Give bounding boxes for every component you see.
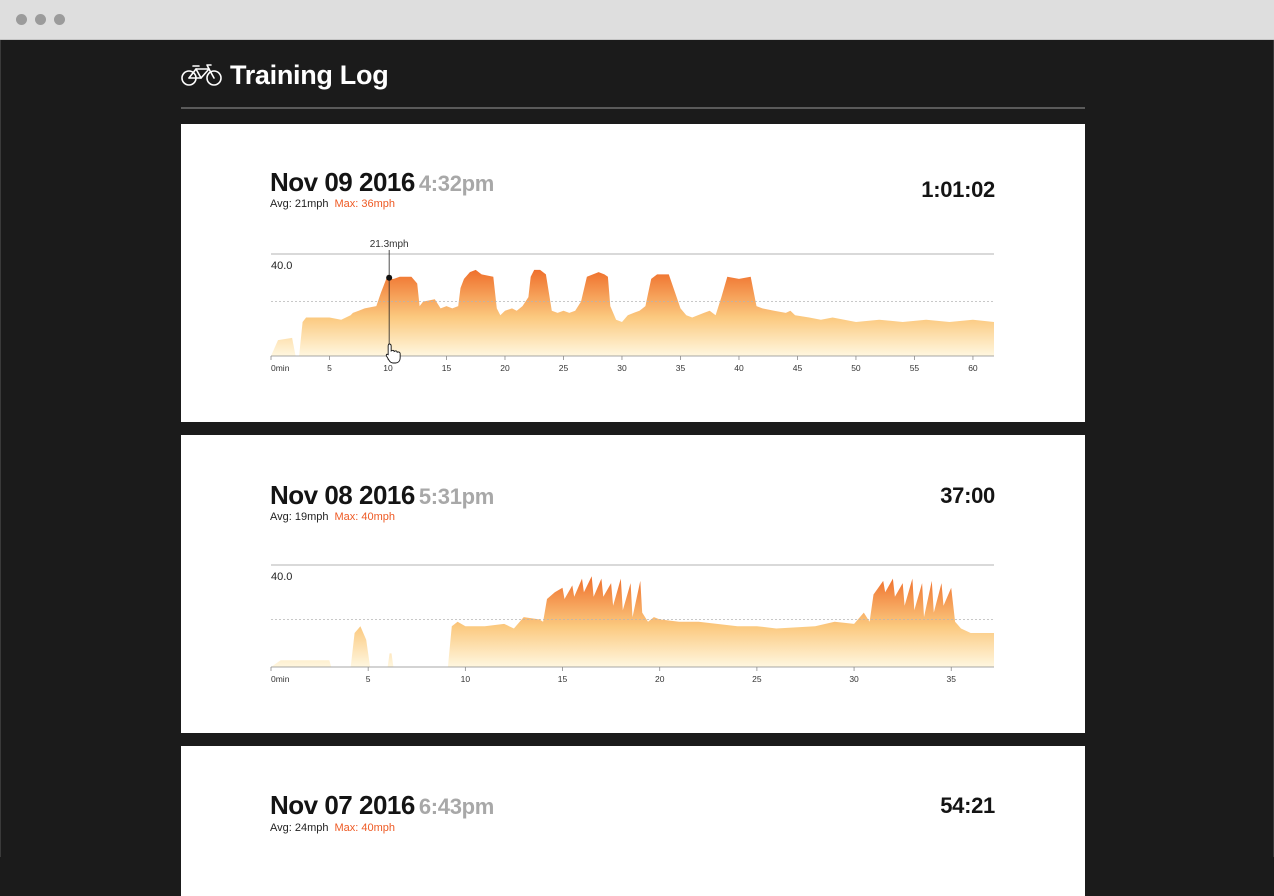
speed-chart[interactable]: 40.0 0min 5 10 15 20 25 30 35 40 45 50 55 60 21.3mph: [266, 234, 996, 379]
ride-date-heading: Nov 08 2016 5:31pm: [270, 480, 494, 511]
x-axis-tick-label: 10: [383, 363, 393, 373]
x-axis-tick-label: 20: [655, 674, 665, 684]
x-axis-tick-label: 0min: [271, 363, 290, 373]
ride-date: Nov 08 2016: [270, 480, 415, 510]
zoom-window-button[interactable]: [54, 14, 65, 25]
ride-duration: 1:01:02: [921, 177, 995, 202]
ride-date: Nov 07 2016: [270, 790, 415, 820]
ride-max-speed: Max: 36mph: [334, 198, 396, 210]
ride-max-speed: Max: 40mph: [334, 511, 396, 523]
window-edge-left: [0, 40, 1, 857]
x-axis-tick-label: 35: [947, 674, 957, 684]
ride-start-time: 4:32pm: [418, 171, 495, 196]
x-axis-tick-label: 15: [442, 363, 452, 373]
x-axis-tick-label: 55: [910, 363, 920, 373]
y-axis-tick-label: 40.0: [271, 571, 292, 583]
ride-card[interactable]: Nov 09 2016 4:32pm Avg: 21mph Max: 36mph 1…: [181, 124, 1085, 422]
ride-duration: 37:00: [940, 483, 995, 508]
ride-stats: Avg: 21mph Max: 36mph: [270, 198, 395, 210]
ride-avg-speed: Avg: 24mph: [270, 822, 329, 834]
x-axis-tick-label: 10: [461, 674, 471, 684]
ride-card[interactable]: Nov 08 2016 5:31pm Avg: 19mph Max: 40mph 3…: [181, 435, 1085, 733]
ride-duration: 54:21: [940, 793, 995, 818]
ride-avg-speed: Avg: 21mph: [270, 198, 329, 210]
window-titlebar: [0, 0, 1274, 40]
ride-max-speed: Max: 40mph: [334, 822, 396, 834]
ride-avg-speed: Avg: 19mph: [270, 511, 329, 523]
hover-point: [386, 274, 393, 281]
bicycle-icon: [181, 64, 222, 86]
x-axis-tick-label: 5: [327, 363, 332, 373]
minimize-window-button[interactable]: [35, 14, 46, 25]
x-axis-tick-label: 35: [676, 363, 686, 373]
x-axis-tick-label: 25: [752, 674, 762, 684]
x-axis-tick-label: 20: [500, 363, 510, 373]
speed-area: [271, 576, 994, 667]
x-axis-tick-label: 45: [793, 363, 803, 373]
ride-date-heading: Nov 07 2016 6:43pm: [270, 790, 494, 821]
ride-stats: Avg: 19mph Max: 40mph: [270, 511, 395, 523]
x-axis-tick-label: 50: [851, 363, 861, 373]
ride-start-time: 6:43pm: [418, 794, 495, 819]
x-axis-tick-label: 5: [366, 674, 371, 684]
x-axis-tick-label: 40: [734, 363, 744, 373]
app-header: Training Log: [181, 58, 1085, 109]
ride-date-heading: Nov 09 2016 4:32pm: [270, 167, 494, 198]
ride-card[interactable]: Nov 07 2016 6:43pm Avg: 24mph Max: 40mph 5…: [181, 746, 1085, 896]
ride-date: Nov 09 2016: [270, 167, 415, 197]
x-axis-tick-label: 60: [968, 363, 978, 373]
ride-start-time: 5:31pm: [418, 484, 495, 509]
x-axis-tick-label: 30: [617, 363, 627, 373]
x-axis-tick-label: 25: [559, 363, 569, 373]
ride-stats: Avg: 24mph Max: 40mph: [270, 822, 395, 834]
x-axis-tick-label: 15: [558, 674, 568, 684]
x-axis-tick-label: 0min: [271, 674, 290, 684]
app-title: Training Log: [230, 60, 389, 90]
speed-area: [271, 269, 994, 356]
y-axis-tick-label: 40.0: [271, 260, 292, 272]
close-window-button[interactable]: [16, 14, 27, 25]
x-axis-tick-label: 30: [849, 674, 859, 684]
speed-chart[interactable]: 40.0 0min 5 10 15 20 25 30 35: [266, 545, 996, 690]
hover-value-label: 21.3mph: [370, 239, 409, 250]
